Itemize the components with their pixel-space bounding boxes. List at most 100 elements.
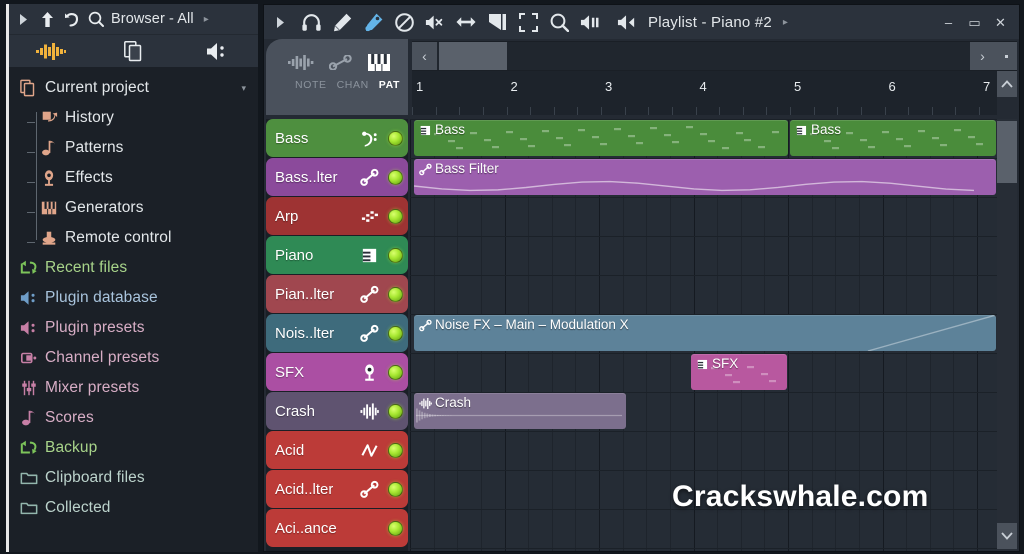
select-frame-icon[interactable]: [518, 12, 538, 32]
piano-roll-icon[interactable]: [357, 244, 381, 266]
browser-item-recent-files[interactable]: Recent files: [9, 253, 258, 283]
browser-menu-arrow-icon[interactable]: ▸: [204, 14, 209, 25]
pencil-icon[interactable]: [332, 12, 352, 32]
track-tool-label-pat[interactable]: PAT: [379, 79, 400, 91]
browser-item-channel-presets[interactable]: Channel presets: [9, 343, 258, 373]
browser-item-label: Clipboard files: [45, 469, 145, 486]
clip-crash[interactable]: Crash: [414, 393, 626, 429]
track-enable-led[interactable]: [388, 325, 403, 341]
browser-item-plugin-presets[interactable]: Plugin presets: [9, 313, 258, 343]
no-entry-icon[interactable]: [394, 12, 414, 32]
menu-arrow-icon[interactable]: [270, 12, 290, 32]
ruler-tick: [482, 107, 484, 115]
track-tool-label-chan[interactable]: CHAN: [337, 79, 369, 91]
clip-noise-fx-main-modulation-x[interactable]: Noise FX – Main – Modulation X: [414, 315, 996, 351]
headphones-icon[interactable]: [301, 12, 321, 32]
automation-link-icon[interactable]: [357, 478, 381, 500]
automation-link-icon[interactable]: [357, 322, 381, 344]
arrows-lr-icon[interactable]: [456, 12, 476, 32]
track-enable-led[interactable]: [388, 208, 403, 224]
bass-clef-icon[interactable]: [357, 127, 381, 149]
track-enable-led[interactable]: [388, 520, 403, 536]
browser-item-plugin-database[interactable]: Plugin database: [9, 283, 258, 313]
browser-item-effects[interactable]: Effects: [9, 163, 258, 193]
track-enable-led[interactable]: [388, 130, 403, 146]
clip-sfx[interactable]: SFX: [691, 354, 787, 390]
horizontal-scrollbar[interactable]: ‹ ›: [412, 41, 1017, 71]
browser-item-collected[interactable]: Collected: [9, 493, 258, 523]
track-header-pian-lter[interactable]: Pian..lter: [266, 275, 408, 313]
track-enable-led[interactable]: [388, 247, 403, 263]
vertical-scrollbar[interactable]: [997, 119, 1017, 551]
speaker-mute-icon[interactable]: [425, 12, 445, 32]
playlist-menu-arrow-icon[interactable]: ▸: [783, 17, 788, 28]
speaker-pause-icon[interactable]: [580, 12, 600, 32]
browser-item-current-project[interactable]: Current project ▾: [9, 73, 258, 103]
track-header-crash[interactable]: Crash: [266, 392, 408, 430]
automation-link-icon[interactable]: [357, 283, 381, 305]
play-arrow-icon[interactable]: [15, 11, 32, 28]
waveform-icon[interactable]: [287, 54, 314, 70]
browser-item-patterns[interactable]: Patterns: [9, 133, 258, 163]
waveform-tab[interactable]: [9, 35, 92, 67]
zigzag-icon[interactable]: [357, 439, 381, 461]
plugins-tab[interactable]: [175, 35, 258, 67]
track-enable-led[interactable]: [388, 403, 403, 419]
browser-item-backup[interactable]: Backup: [9, 433, 258, 463]
arp-dots-icon[interactable]: [357, 205, 381, 227]
hscroll-menu-dot[interactable]: [995, 42, 1017, 70]
effects-icon[interactable]: [357, 361, 381, 383]
vscroll-thumb[interactable]: [997, 121, 1017, 183]
track-header-arp[interactable]: Arp: [266, 197, 408, 235]
track-header-nois-lter[interactable]: Nois..lter: [266, 314, 408, 352]
chevron-down-icon[interactable]: ▾: [241, 83, 246, 94]
close-button[interactable]: ✕: [994, 16, 1007, 29]
maximize-button[interactable]: ▭: [968, 16, 981, 29]
track-enable-led[interactable]: [388, 169, 403, 185]
track-name: Crash: [275, 402, 316, 420]
automation-link-icon[interactable]: [328, 54, 353, 70]
none[interactable]: [357, 517, 381, 539]
track-header-piano[interactable]: Piano: [266, 236, 408, 274]
track-header-acid[interactable]: Acid: [266, 431, 408, 469]
vscroll-down-button[interactable]: [997, 523, 1017, 549]
browser-item-scores[interactable]: Scores: [9, 403, 258, 433]
track-enable-led[interactable]: [388, 481, 403, 497]
automation-link-icon[interactable]: [357, 166, 381, 188]
search-icon[interactable]: [87, 11, 104, 28]
clip-bass[interactable]: Bass: [414, 120, 788, 156]
browser-item-mixer-presets[interactable]: Mixer presets: [9, 373, 258, 403]
hscroll-left-button[interactable]: ‹: [412, 42, 437, 70]
clip-bass[interactable]: Bass: [790, 120, 996, 156]
slice-icon[interactable]: [487, 12, 507, 32]
minimize-button[interactable]: –: [942, 16, 955, 29]
track-header-bass-lter[interactable]: Bass..lter: [266, 158, 408, 196]
undo-arrow-icon[interactable]: [63, 11, 80, 28]
track-enable-led[interactable]: [388, 286, 403, 302]
speaker-icon: [206, 42, 228, 61]
timeline-ruler[interactable]: 1 2 3 4 5 6 7: [412, 71, 997, 115]
clip-bass-filter[interactable]: Bass Filter: [414, 159, 996, 195]
browser-item-generators[interactable]: Generators: [9, 193, 258, 223]
track-header-acid-lter[interactable]: Acid..lter: [266, 470, 408, 508]
files-tab[interactable]: [92, 35, 175, 67]
track-header-aci-ance[interactable]: Aci..ance: [266, 509, 408, 547]
arrow-up-icon[interactable]: [39, 11, 56, 28]
hscroll-track[interactable]: [437, 42, 970, 70]
playlist-speaker-icon[interactable]: [617, 12, 637, 32]
track-enable-led[interactable]: [388, 442, 403, 458]
track-header-sfx[interactable]: SFX: [266, 353, 408, 391]
track-header-bass[interactable]: Bass: [266, 119, 408, 157]
track-enable-led[interactable]: [388, 364, 403, 380]
browser-item-remote-control[interactable]: Remote control: [9, 223, 258, 253]
paint-icon[interactable]: [363, 12, 383, 32]
hscroll-thumb[interactable]: [439, 42, 507, 70]
waveform-icon[interactable]: [357, 400, 381, 422]
keyboard-icon[interactable]: [368, 53, 391, 71]
magnifier-icon[interactable]: [549, 12, 569, 32]
track-tool-label-note[interactable]: NOTE: [295, 79, 327, 91]
hscroll-right-button[interactable]: ›: [970, 42, 995, 70]
browser-item-history[interactable]: History: [9, 103, 258, 133]
vscroll-up-button[interactable]: [997, 71, 1017, 97]
browser-item-clipboard-files[interactable]: Clipboard files: [9, 463, 258, 493]
